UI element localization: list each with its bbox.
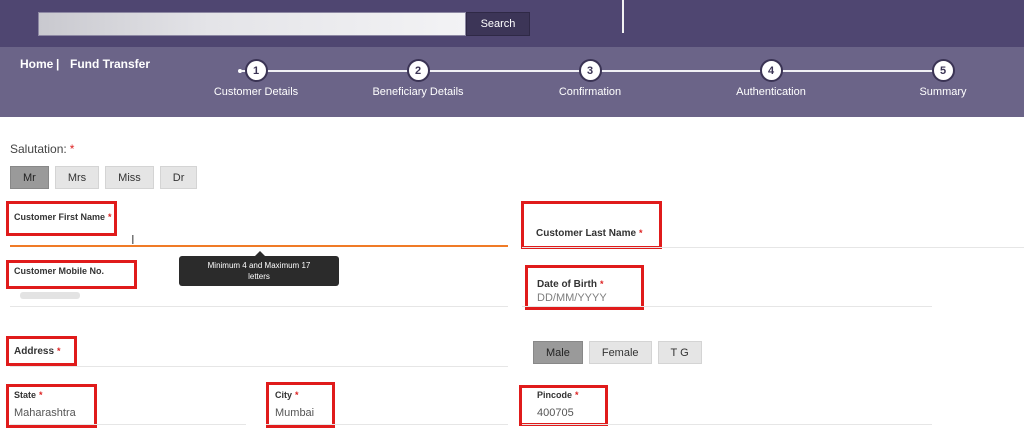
step-label: Summary [919,86,967,98]
highlight-box-pincode [519,385,608,426]
highlight-box-dob [525,265,644,310]
step-number: 4 [759,59,783,82]
gender-tg-button[interactable]: T G [657,341,702,364]
step-number: 5 [931,59,955,82]
required-asterisk: * [69,142,75,156]
step-label: Authentication [736,86,806,98]
gender-female-button[interactable]: Female [588,341,652,364]
step-number: 2 [406,59,430,82]
breadcrumb-fund-transfer[interactable]: Fund Transfer [70,57,150,71]
mobile-input[interactable] [10,306,508,307]
salutation-options: Mr Mrs Miss Dr [10,166,198,189]
tooltip-line-2: letters [248,272,270,281]
breadcrumb-home[interactable]: Home [20,57,53,71]
pincode-underline [522,424,932,425]
highlight-box-mobile [6,260,137,289]
highlight-box-last-name [521,201,662,249]
salutation-miss-button[interactable]: Miss [105,166,154,189]
header-divider [622,0,624,33]
state-underline [10,424,246,425]
salutation-label-text: Salutation: [10,142,67,156]
step-confirmation: 3 Confirmation [550,59,630,98]
gender-male-button[interactable]: Male [533,341,583,364]
highlight-box-address [6,336,77,366]
search-button[interactable]: Search [466,12,530,36]
search-input[interactable] [38,12,466,36]
step-label: Beneficiary Details [372,86,464,98]
step-number: 3 [578,59,602,82]
last-name-input[interactable] [522,247,1024,248]
salutation-dr-button[interactable]: Dr [159,166,198,189]
text-cursor-icon: I [131,232,135,247]
mobile-value-blurred [20,292,80,299]
gender-options: Male Female T G [533,341,702,364]
highlight-box-city [266,382,335,428]
top-bar: Search [0,0,1024,47]
salutation-mr-button[interactable]: Mr [10,166,49,189]
step-number: 1 [244,59,268,82]
dob-underline [522,306,932,307]
highlight-box-first-name [6,201,117,236]
step-label: Confirmation [558,86,622,98]
highlight-box-state [6,384,97,428]
tooltip-line-1: Minimum 4 and Maximum 17 [207,261,311,270]
step-authentication: 4 Authentication [727,59,815,98]
first-name-input[interactable] [10,245,508,247]
step-label: Customer Details [213,86,299,98]
step-beneficiary-details: 2 Beneficiary Details [364,59,472,98]
step-progress-bar: Home | Fund Transfer 1 Customer Details … [0,47,1024,117]
salutation-label: Salutation: * [10,142,74,156]
address-input[interactable] [10,366,508,367]
step-customer-details: 1 Customer Details [208,59,304,98]
validation-tooltip: Minimum 4 and Maximum 17 letters [179,256,339,286]
breadcrumb-separator: | [56,57,60,71]
city-underline [266,424,508,425]
salutation-mrs-button[interactable]: Mrs [54,166,100,189]
step-summary: 5 Summary [914,59,972,98]
